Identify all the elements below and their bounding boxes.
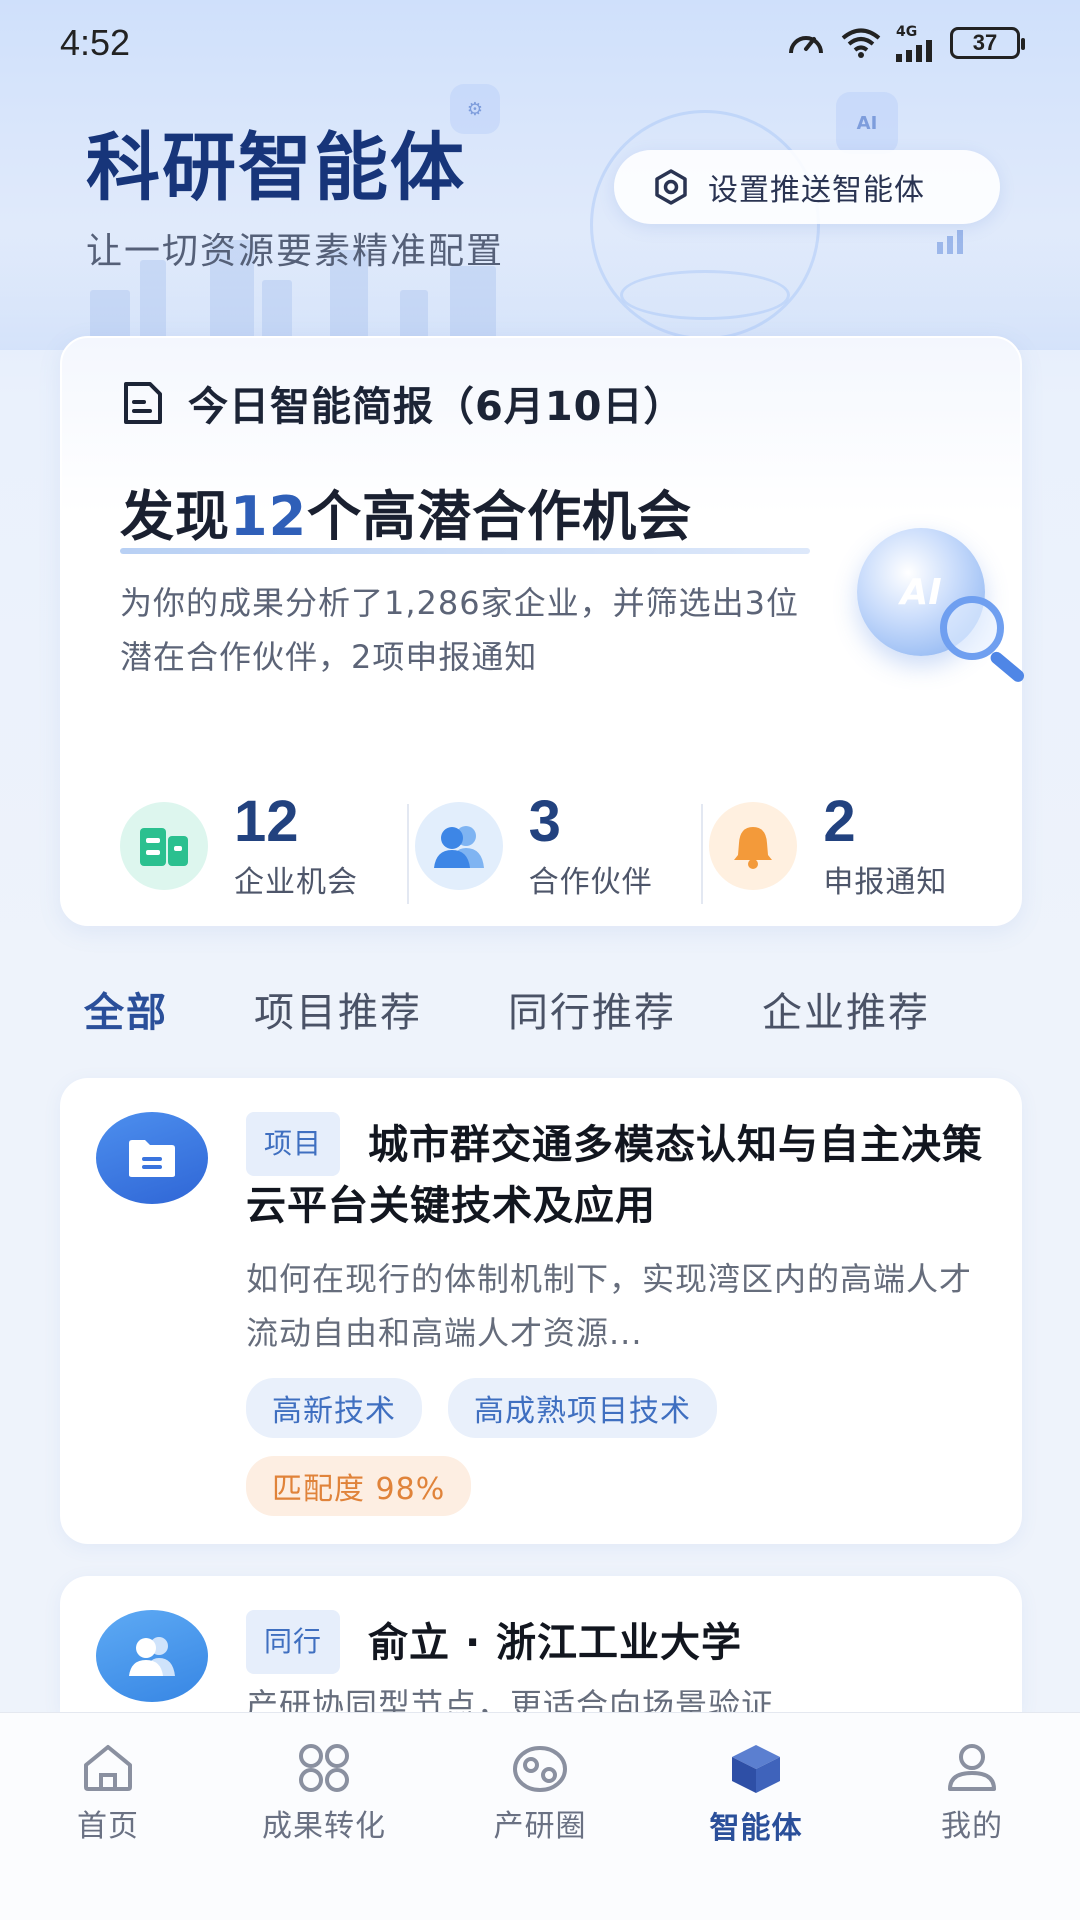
- stat-label: 申报通知: [823, 865, 948, 900]
- set-push-agent-label: 设置推送智能体: [708, 173, 925, 208]
- stat-value: 3: [528, 789, 561, 854]
- recommendation-description: 产研协同型节点，更适合向场景验证: [246, 1686, 775, 1712]
- tab-all[interactable]: 全部: [84, 980, 168, 1038]
- headline-count: 12: [230, 485, 308, 548]
- user-icon: [948, 1744, 996, 1791]
- stat-value: 2: [823, 789, 856, 854]
- recommendation-title: 城市群交通多模态认知与自主决策云平台关键技术及应用: [246, 1122, 984, 1229]
- nav-achievement-transfer[interactable]: 成果转化: [224, 1743, 424, 1920]
- recommendation-card[interactable]: 同行 俞立 · 浙江工业大学 产研协同型节点，更适合向场景验证: [60, 1576, 1022, 1712]
- nav-label: 成果转化: [262, 1809, 386, 1844]
- ai-chip-icon: AI: [836, 92, 898, 154]
- nav-mine[interactable]: 我的: [872, 1743, 1072, 1920]
- headline-underline: [120, 548, 810, 554]
- cube-icon: [732, 1745, 780, 1793]
- status-time: 4:52: [60, 22, 131, 63]
- brief-stats: 12 企业机会 3 合作伙伴 2 申报通知: [120, 786, 1000, 906]
- tab-enterprises[interactable]: 企业推荐: [762, 980, 930, 1038]
- chart-deco-icon: [930, 220, 976, 260]
- users-icon: [96, 1610, 208, 1702]
- recommendation-title: 俞立 · 浙江工业大学: [368, 1620, 743, 1666]
- recommendation-card[interactable]: 项目 城市群交通多模态认知与自主决策云平台关键技术及应用 如何在现行的体制机制下，…: [60, 1078, 1022, 1544]
- type-badge: 项目: [246, 1112, 341, 1176]
- wifi-icon: [841, 28, 881, 58]
- stat-value: 12: [234, 789, 299, 854]
- tag-chip: 高新技术: [246, 1378, 422, 1438]
- signal-icon: [896, 40, 932, 62]
- nav-label: 智能体: [709, 1811, 803, 1846]
- network-type: 4G: [896, 24, 918, 40]
- stat-notices[interactable]: 2 申报通知: [701, 786, 1000, 906]
- daily-brief-card[interactable]: 今日智能简报（6月10日） 发现12个高潜合作机会 为你的成果分析了1,286家…: [60, 336, 1027, 926]
- building-icon: [120, 802, 208, 890]
- stat-label: 合作伙伴: [528, 865, 653, 900]
- nav-label: 产研圈: [493, 1809, 587, 1844]
- recommendation-description: 如何在现行的体制机制下，实现湾区内的高端人才流动自由和高端人才资源...: [246, 1260, 973, 1352]
- tab-peers[interactable]: 同行推荐: [508, 980, 676, 1038]
- stat-partners[interactable]: 3 合作伙伴: [406, 786, 706, 906]
- nav-label: 我的: [941, 1809, 1003, 1844]
- grid-icon: [299, 1744, 349, 1792]
- deco-ring-base: [620, 270, 790, 320]
- bell-icon: [709, 802, 798, 890]
- community-icon: [513, 1746, 567, 1792]
- magnifier-icon: [940, 596, 1004, 660]
- recommendation-tabs: 全部 项目推荐 同行推荐 企业推荐: [84, 980, 1016, 1038]
- stat-enterprise-opportunities[interactable]: 12 企业机会: [120, 786, 411, 906]
- folder-icon: [96, 1112, 208, 1204]
- settings-hex-icon: [655, 169, 687, 205]
- nav-label: 首页: [77, 1809, 139, 1844]
- users-icon: [414, 802, 503, 890]
- brief-description: 为你的成果分析了1,286家企业，并筛选出3位潜在合作伙伴，2项申报通知: [120, 584, 799, 676]
- tag-chip: 高成熟项目技术: [448, 1378, 717, 1438]
- type-badge: 同行: [246, 1610, 341, 1674]
- nav-research-circle[interactable]: 产研圈: [440, 1743, 640, 1920]
- brief-headline: 发现12个高潜合作机会: [120, 485, 693, 548]
- match-score-badge: 匹配度 98%: [246, 1456, 472, 1516]
- stat-label: 企业机会: [234, 865, 358, 900]
- tab-projects[interactable]: 项目推荐: [254, 980, 422, 1038]
- speed-icon: [789, 36, 823, 54]
- home-icon: [84, 1745, 132, 1791]
- nav-home[interactable]: 首页: [8, 1743, 208, 1920]
- status-bar: 4:52 4G 37: [0, 0, 1080, 90]
- document-icon: [124, 382, 162, 424]
- battery-icon: 37: [950, 27, 1025, 59]
- page-title: 科研智能体: [86, 125, 466, 211]
- page-subtitle: 让一切资源要素精准配置: [86, 231, 505, 272]
- bottom-navigation: 首页 成果转化 产研圈 智能体 我的: [0, 1712, 1080, 1920]
- brief-title: 今日智能简报（6月10日）: [188, 384, 685, 430]
- set-push-agent-button[interactable]: 设置推送智能体: [614, 150, 1000, 224]
- nav-agent[interactable]: 智能体: [656, 1743, 856, 1920]
- magnifier-handle: [988, 649, 1027, 685]
